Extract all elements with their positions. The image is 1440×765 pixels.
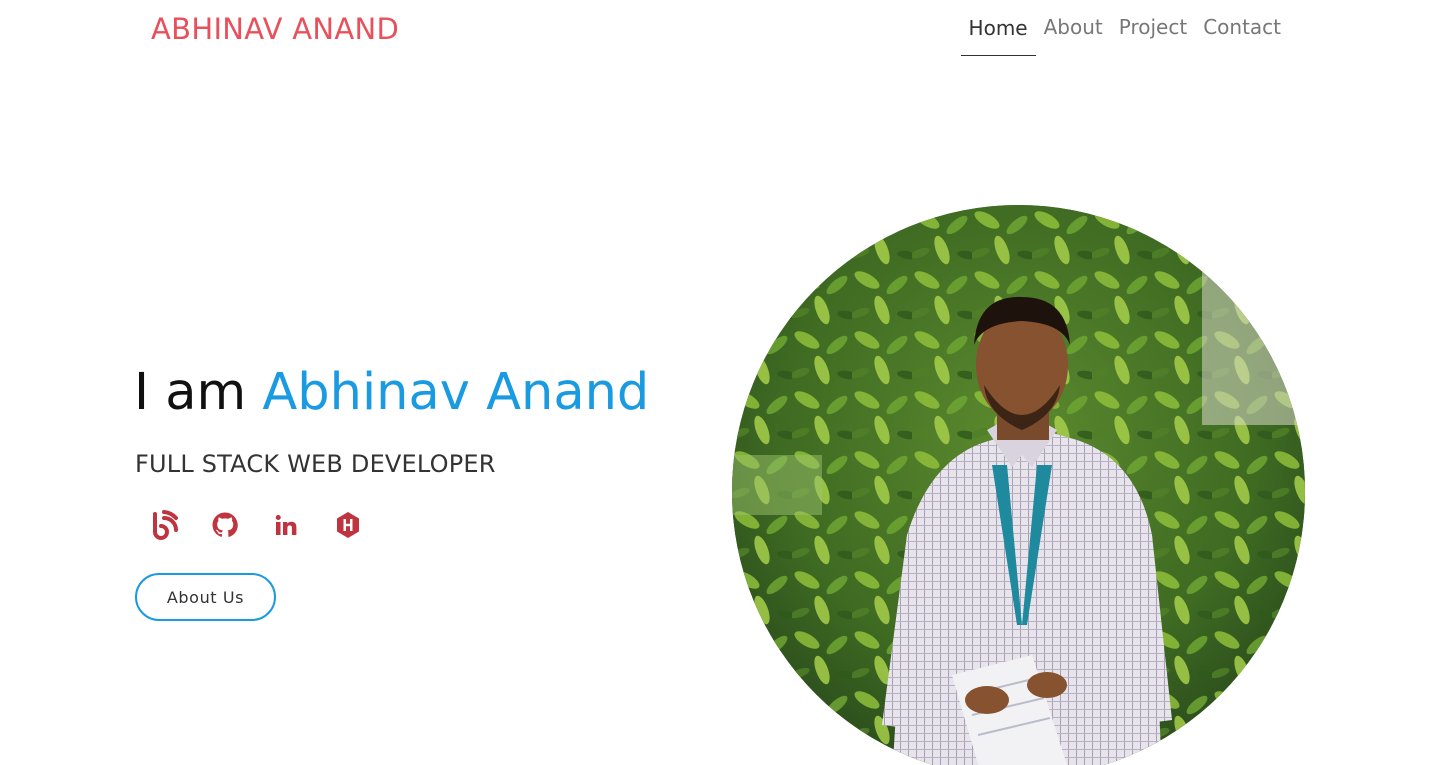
github-icon[interactable] [212,508,274,542]
nav-project[interactable]: Project [1111,0,1195,56]
about-us-button[interactable]: About Us [135,573,276,621]
linkedin-icon[interactable] [274,508,336,542]
main-nav: Home About Project Contact [960,0,1289,57]
nav-home[interactable]: Home [960,0,1036,56]
profile-photo [732,205,1305,765]
nav-about[interactable]: About [1036,0,1111,56]
social-links [150,508,398,542]
hero-title-prefix: I am [134,363,263,422]
hero-title-name: Abhinav Anand [262,363,650,422]
hero-subtitle: FULL STACK WEB DEVELOPER [135,450,496,478]
blog-icon[interactable] [150,508,212,542]
page: ABHINAV ANAND Home About Project Contact… [0,0,1440,765]
hackerrank-icon[interactable] [336,508,398,542]
brand-logo[interactable]: ABHINAV ANAND [151,12,399,46]
hero-title: I am Abhinav Anand [134,363,649,422]
nav-contact[interactable]: Contact [1195,0,1289,56]
